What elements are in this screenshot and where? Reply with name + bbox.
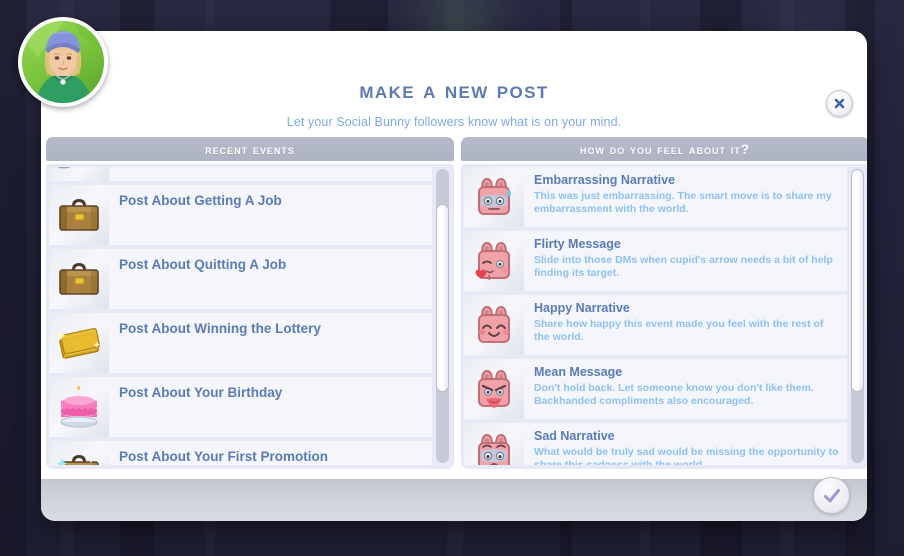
feeling-thumbnail: [464, 359, 524, 419]
recent-events-scrollbar[interactable]: [436, 169, 449, 463]
recent-events-list[interactable]: Post About Getting A Job Post About Quitt…: [49, 167, 432, 465]
event-label: Post About Getting A Job: [119, 193, 282, 208]
event-label: Post About Your First Promotion: [119, 449, 328, 464]
event-thumbnail: [49, 167, 109, 181]
feeling-text: Embarrassing Narrative This was just emba…: [524, 167, 847, 227]
feeling-title: Flirty Message: [534, 237, 621, 251]
event-row[interactable]: Post About Quitting A Job: [49, 249, 432, 309]
feeling-description: Don't hold back. Let someone know you do…: [534, 381, 814, 408]
briefcase-sparkle-icon: [56, 455, 99, 465]
feeling-thumbnail: [464, 423, 524, 465]
feeling-title: Mean Message: [534, 365, 623, 379]
make-a-new-post-dialog: Make A New Post Let your Social Bunny fo…: [41, 31, 867, 521]
feeling-title: Sad Narrative: [534, 429, 615, 443]
close-icon: [834, 98, 845, 109]
money-icon: [56, 327, 101, 363]
event-thumbnail: [49, 249, 109, 309]
feeling-title: Embarrassing Narrative: [534, 173, 676, 187]
feeling-text: Flirty Message Slide into those DMs when …: [524, 231, 847, 291]
checkmark-icon: [823, 488, 840, 502]
feeling-row[interactable]: Happy Narrative Share how happy this even…: [464, 295, 847, 355]
feeling-text: Mean Message Don't hold back. Let someone…: [524, 359, 847, 419]
bunny-embarrassed-icon: [478, 177, 511, 215]
cake-icon: [60, 385, 98, 428]
feeling-title: Happy Narrative: [534, 301, 630, 315]
feeling-description: Share how happy this event made you feel…: [534, 317, 824, 344]
dialog-footer: [41, 477, 867, 521]
event-row[interactable]: Post About Your Birthday: [49, 377, 432, 437]
feeling-text: Sad Narrative What would be truly sad wou…: [524, 423, 847, 465]
feeling-description: What would be truly sad would be missing…: [534, 445, 839, 465]
boomerang-icon: [57, 167, 71, 169]
feelings-header: How Do You Feel About It?: [461, 137, 867, 161]
event-thumbnail: [49, 441, 109, 465]
recent-events-list-frame: Post About Getting A Job Post About Quitt…: [46, 164, 454, 469]
feeling-text: Happy Narrative Share how happy this even…: [524, 295, 847, 355]
feelings-scroll-thumb[interactable]: [851, 169, 864, 392]
event-row[interactable]: Post About Getting A Job: [49, 185, 432, 245]
avatar[interactable]: [18, 17, 108, 107]
dialog-body: Make A New Post Let your Social Bunny fo…: [41, 31, 867, 479]
briefcase-icon: [59, 263, 99, 295]
event-thumbnail: [49, 313, 109, 373]
event-thumbnail: [49, 377, 109, 437]
event-label: Post About Your Birthday: [119, 385, 283, 400]
event-label: Post About Quitting A Job: [119, 257, 287, 272]
feelings-column: How Do You Feel About It? Embarrassing N…: [461, 137, 867, 469]
feeling-thumbnail: [464, 231, 524, 291]
event-label: [109, 167, 432, 181]
avatar-portrait: [22, 21, 104, 103]
bunny-happy-icon: [478, 305, 510, 343]
dialog-subtitle: Let your Social Bunny followers know wha…: [286, 115, 622, 129]
close-button[interactable]: [826, 90, 853, 117]
feeling-description: Slide into those DMs when cupid's arrow …: [534, 253, 833, 280]
bunny-flirty-icon: [475, 241, 510, 281]
sim-portrait-icon: [22, 21, 104, 103]
feelings-scrollbar[interactable]: [851, 169, 864, 463]
feeling-row[interactable]: Flirty Message Slide into those DMs when …: [464, 231, 847, 291]
feeling-row[interactable]: Sad Narrative What would be truly sad wou…: [464, 423, 847, 465]
feeling-row[interactable]: Mean Message Don't hold back. Let someone…: [464, 359, 847, 419]
recent-events-header: Recent Events: [46, 137, 454, 161]
feelings-list-frame: Embarrassing Narrative This was just emba…: [461, 164, 867, 469]
event-row[interactable]: Post About Your First Promotion: [49, 441, 432, 465]
bunny-sad-icon: [478, 433, 510, 465]
feeling-thumbnail: [464, 295, 524, 355]
event-thumbnail: [49, 185, 109, 245]
bunny-mean-icon: [478, 369, 510, 408]
event-row[interactable]: Post About Winning the Lottery: [49, 313, 432, 373]
feelings-list[interactable]: Embarrassing Narrative This was just emba…: [464, 167, 847, 465]
feeling-row[interactable]: Embarrassing Narrative This was just emba…: [464, 167, 847, 227]
confirm-button[interactable]: [813, 477, 850, 514]
recent-events-column: Recent Events Post About Getting A Job Po…: [46, 137, 454, 469]
recent-events-scroll-thumb[interactable]: [436, 204, 449, 392]
feeling-thumbnail: [464, 167, 524, 227]
feeling-description: This was just embarrassing. The smart mo…: [534, 189, 832, 216]
event-label: Post About Winning the Lottery: [119, 321, 321, 336]
event-row[interactable]: [49, 167, 432, 181]
briefcase-icon: [59, 199, 99, 231]
page-title: Make A New Post: [359, 77, 549, 104]
